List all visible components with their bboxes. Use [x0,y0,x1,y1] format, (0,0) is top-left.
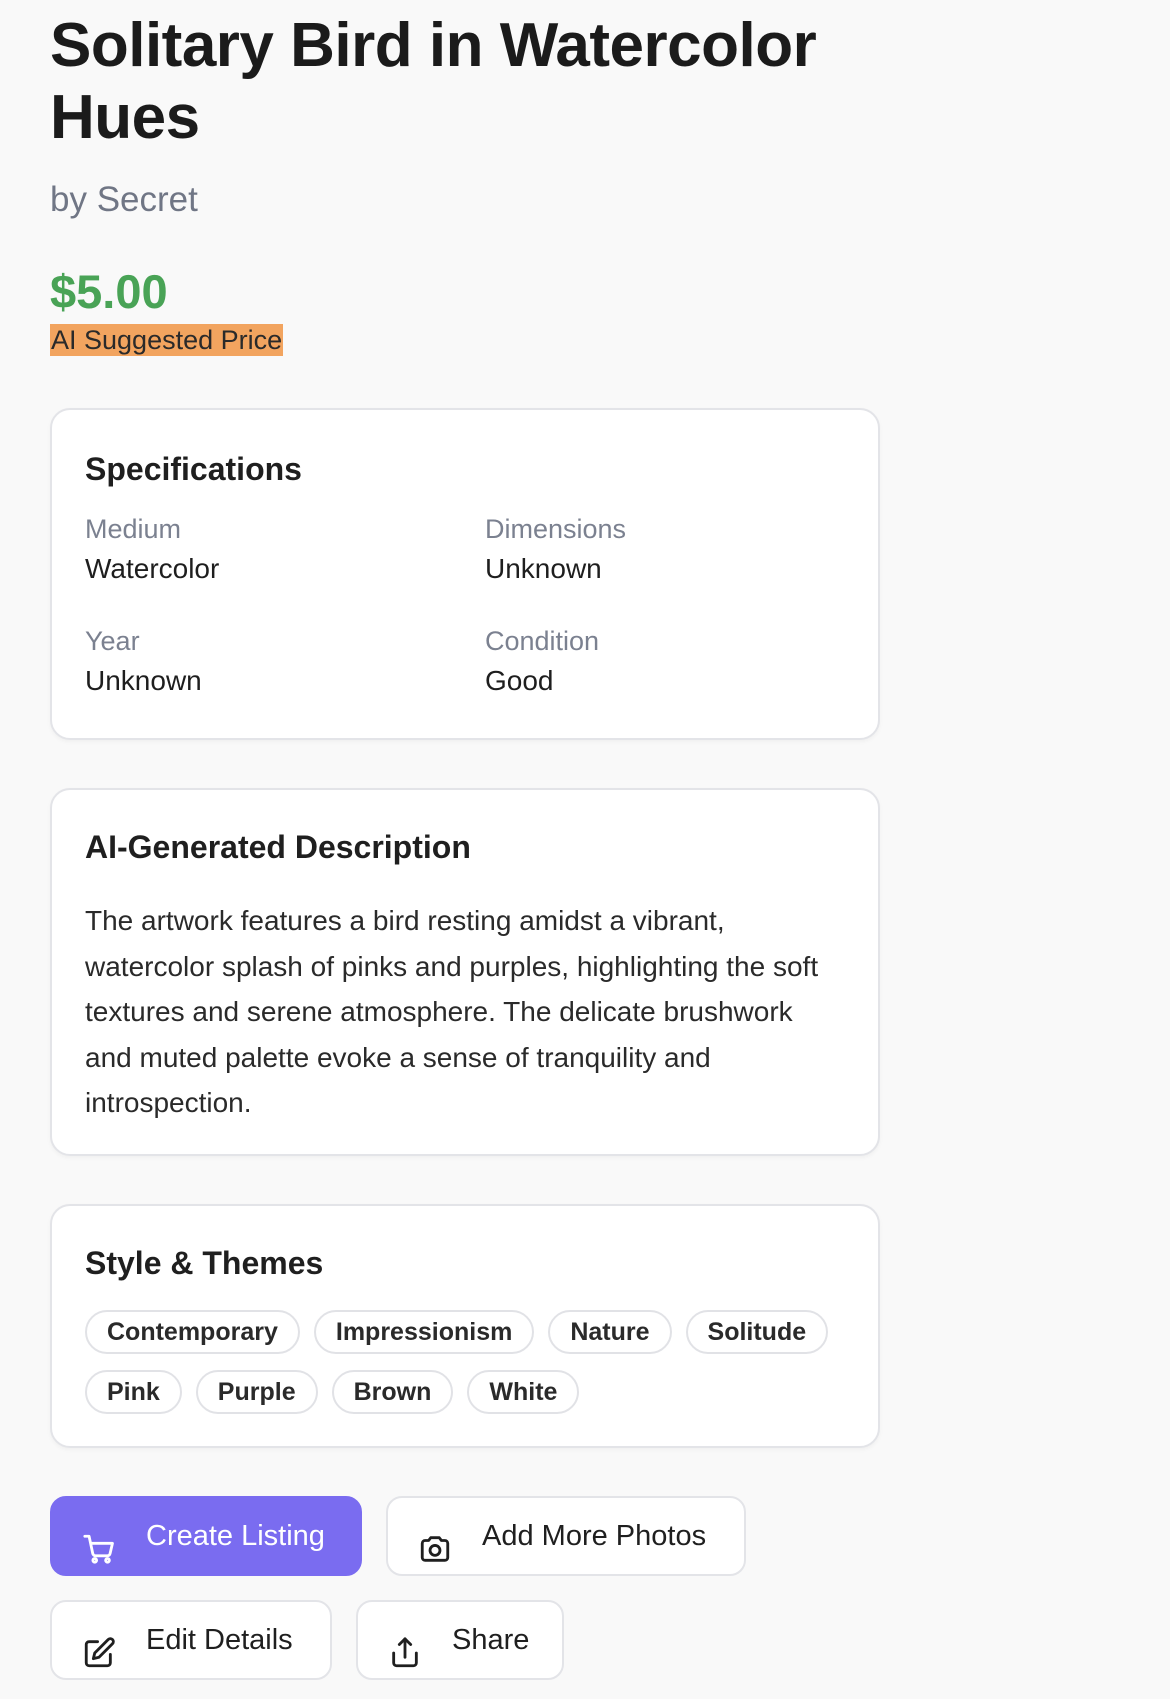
description-heading: AI-Generated Description [85,829,471,865]
description-card: AI-Generated Description The artwork fea… [50,788,880,1156]
spec-medium: Medium Watercolor [85,513,219,585]
artwork-title-line-1: Solitary Bird in Watercolor [50,11,817,80]
share-icon [388,1623,422,1668]
tag-row: Contemporary Impressionism Nature Solitude [85,1310,845,1370]
edit-details-label: Edit Details [146,1624,293,1656]
description-text: The artwork features a bird resting amid… [85,905,819,1118]
add-more-photos-button[interactable]: Add More Photos [386,1496,746,1576]
spec-condition-value: Good [485,665,554,696]
spec-condition-label: Condition [485,626,600,656]
create-listing-button[interactable]: Create Listing [50,1496,362,1576]
price: $5.00 [50,265,168,318]
spec-medium-value: Watercolor [85,553,220,584]
cart-icon [82,1519,116,1564]
tag-purple[interactable]: Purple [195,1370,318,1414]
tag-brown[interactable]: Brown [331,1370,454,1414]
style-themes-card: Style & Themes Contemporary Impressionism… [50,1204,880,1448]
tag-impressionism[interactable]: Impressionism [313,1310,535,1354]
artwork-detail-page: Solitary Bird in Watercolor Hues by Secr… [50,0,882,1680]
tag-contemporary[interactable]: Contemporary [85,1310,300,1354]
edit-details-button[interactable]: Edit Details [50,1600,332,1680]
artwork-title-line-2: Hues [50,83,200,152]
spec-dimensions-label: Dimensions [485,514,627,544]
tag-pink[interactable]: Pink [85,1370,182,1414]
create-listing-label: Create Listing [146,1520,325,1552]
tag-solitude[interactable]: Solitude [685,1310,829,1354]
price-badge: AI Suggested Price [50,324,284,356]
camera-icon [418,1519,452,1562]
specifications-card: Specifications Medium Watercolor Dimensi… [50,408,880,740]
specifications-heading: Specifications [85,451,302,487]
tag-list: Contemporary Impressionism Nature Solitude … [85,1310,845,1430]
spec-medium-label: Medium [85,514,182,544]
spec-dimensions-value: Unknown [485,553,602,584]
spec-dimensions: Dimensions Unknown [485,513,626,585]
spec-year: Year Unknown [85,625,202,697]
artwork-title: Solitary Bird in Watercolor Hues [50,10,882,154]
spec-condition: Condition Good [485,625,599,697]
share-button[interactable]: Share [356,1600,564,1680]
tag-white[interactable]: White [467,1370,580,1414]
tag-row: Pink Purple Brown White [85,1370,845,1430]
tag-nature[interactable]: Nature [548,1310,672,1354]
spec-year-label: Year [85,626,140,656]
share-label: Share [452,1624,530,1656]
style-themes-heading: Style & Themes [85,1245,324,1281]
artist-name: by Secret [50,180,198,219]
edit-icon [82,1623,116,1668]
add-more-photos-label: Add More Photos [482,1520,707,1552]
spec-year-value: Unknown [85,665,202,696]
